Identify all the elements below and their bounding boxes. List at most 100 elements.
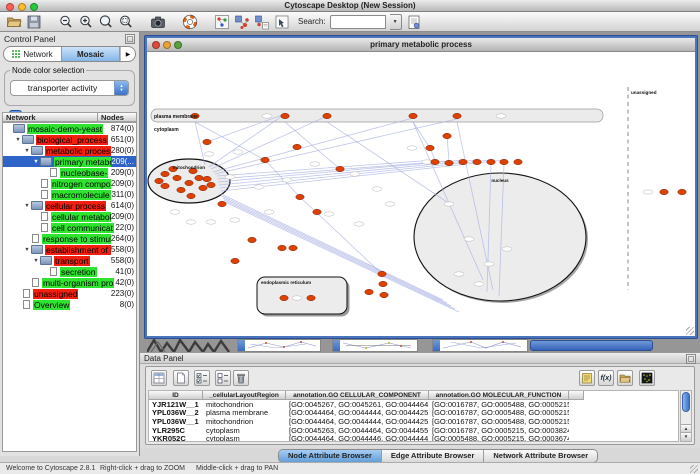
tree-item-label[interactable]: cell communicat: [51, 223, 114, 233]
import-attributes-icon[interactable]: [617, 370, 633, 386]
attribute-grid-icon[interactable]: [151, 370, 167, 386]
network-node[interactable]: [280, 295, 288, 300]
network-view-titlebar[interactable]: primary metabolic process: [147, 38, 695, 52]
import-table-icon[interactable]: [254, 14, 270, 30]
save-session-icon[interactable]: [26, 14, 42, 30]
tree-item-label[interactable]: metabolic process: [45, 146, 111, 156]
expand-arrow-icon[interactable]: ▼: [23, 247, 31, 253]
network-node[interactable]: [487, 159, 495, 164]
tree-item-label[interactable]: nitrogen compo: [51, 179, 111, 189]
tree-column-nodes[interactable]: Nodes: [98, 112, 137, 122]
network-node[interactable]: [177, 187, 185, 192]
network-view-window[interactable]: primary metabolic process plasma membran…: [145, 36, 697, 338]
tree-row[interactable]: ▼cellular process614(0): [3, 200, 136, 211]
column-header[interactable]: ID: [149, 391, 203, 400]
new-attribute-icon[interactable]: [173, 370, 189, 386]
network-node[interactable]: [313, 209, 321, 214]
network-node[interactable]: [161, 171, 169, 176]
tree-row[interactable]: macromolecule311(0): [3, 189, 136, 200]
network-node[interactable]: [678, 189, 686, 194]
network-node[interactable]: [195, 175, 203, 180]
network-node[interactable]: [365, 289, 373, 294]
network-canvas[interactable]: plasma membranecytoplasmmitochondrionnuc…: [147, 52, 695, 336]
annotation-icon[interactable]: [274, 14, 290, 30]
table-cell[interactable]: cytoplasm: [203, 434, 286, 442]
network-node[interactable]: [187, 193, 195, 198]
tree-row[interactable]: ▼primary metabo209(...: [3, 156, 136, 167]
zoom-in-icon[interactable]: [78, 14, 94, 30]
search-config-icon[interactable]: [406, 14, 422, 30]
network-node[interactable]: [307, 295, 315, 300]
view-thumbnail[interactable]: [432, 339, 528, 352]
browser-tab[interactable]: Node Attribute Browser: [279, 450, 382, 462]
network-node[interactable]: [185, 180, 193, 185]
network-node[interactable]: [473, 159, 481, 164]
table-row[interactable]: YKR052Ccytoplasm[GO:0044464, GO:0044446,…: [149, 434, 678, 442]
tree-item-label[interactable]: multi-organism pro: [42, 278, 114, 288]
tree-row[interactable]: Overview8(0): [3, 299, 136, 310]
tree-item-label[interactable]: unassigned: [33, 289, 78, 299]
network-node[interactable]: [453, 113, 461, 118]
tree-row[interactable]: cellular metabol209(0): [3, 211, 136, 222]
tree-item-label[interactable]: cellular metabol: [51, 212, 111, 222]
network-node[interactable]: [199, 185, 207, 190]
search-input[interactable]: [330, 15, 386, 29]
network-node[interactable]: [323, 113, 331, 118]
browser-tab[interactable]: Edge Attribute Browser: [382, 450, 484, 462]
network-edge[interactable]: [300, 197, 382, 274]
table-cell[interactable]: YKR052C: [149, 434, 203, 442]
network-node[interactable]: [231, 258, 239, 263]
tree-row[interactable]: unassigned223(0): [3, 288, 136, 299]
network-node[interactable]: [459, 159, 467, 164]
network-node[interactable]: [161, 183, 169, 188]
zoomed-view-fragment[interactable]: [147, 339, 235, 353]
network-node[interactable]: [155, 178, 163, 183]
tree-item-label[interactable]: mosaic-demo-yeast: [27, 124, 103, 134]
tab-mosaic[interactable]: Mosaic: [61, 47, 120, 61]
tree-item-label[interactable]: macromolecule: [51, 190, 111, 200]
function-builder-icon[interactable]: f(x): [598, 370, 614, 386]
table-cell[interactable]: [GO:0044464, GO:0044446, GO:0044444, G..…: [286, 434, 429, 442]
tree-row[interactable]: cell communicat22(0): [3, 222, 136, 233]
network-node[interactable]: [203, 139, 211, 144]
tree-item-label[interactable]: transport: [54, 256, 90, 266]
tree-row[interactable]: mosaic-demo-yeast874(0): [3, 123, 136, 134]
tree-column-network[interactable]: Network: [2, 112, 98, 122]
expand-arrow-icon[interactable]: ▼: [23, 148, 31, 154]
tree-item-label[interactable]: primary metabo: [54, 157, 111, 167]
delete-attribute-icon[interactable]: [233, 370, 249, 386]
expand-arrow-icon[interactable]: ▼: [23, 203, 31, 209]
view-thumbnail[interactable]: [332, 339, 418, 352]
tree-item-label[interactable]: nucleobase-: [60, 168, 108, 178]
column-header[interactable]: annotation.GO MOLECULAR_FUNCTION: [429, 391, 569, 400]
unselect-all-attributes-icon[interactable]: [215, 370, 231, 386]
table-row[interactable]: YLR295Ccytoplasm[GO:0045263, GO:0044464,…: [149, 426, 678, 435]
tree-item-label[interactable]: response to stimulu: [42, 234, 111, 244]
network-node[interactable]: [500, 159, 508, 164]
expand-arrow-icon[interactable]: ▼: [14, 137, 22, 143]
network-node[interactable]: [173, 175, 181, 180]
network-node[interactable]: [660, 189, 668, 194]
tree-item-label[interactable]: establishment of lo: [45, 245, 111, 255]
tree-row[interactable]: response to stimulu264(0): [3, 233, 136, 244]
snapshot-camera-icon[interactable]: [150, 14, 166, 30]
network-node[interactable]: [514, 159, 522, 164]
network-node[interactable]: [296, 194, 304, 199]
browser-tab[interactable]: Network Attribute Browser: [484, 450, 597, 462]
window-titlebar[interactable]: Cytoscape Desktop (New Session): [0, 0, 700, 12]
network-tree[interactable]: mosaic-demo-yeast874(0)▼biological_proce…: [2, 122, 137, 452]
expand-arrow-icon[interactable]: ▼: [32, 159, 40, 165]
tree-item-label[interactable]: cellular process: [45, 201, 106, 211]
scroll-down-icon[interactable]: ▼: [681, 432, 691, 441]
help-lifering-icon[interactable]: [182, 14, 198, 30]
tab-overflow-arrow-icon[interactable]: ▶: [120, 47, 135, 61]
attribute-matrix-icon[interactable]: [639, 370, 655, 386]
table-row[interactable]: YPL036W__1mitochondrion[GO:0044464, GO:0…: [149, 417, 678, 426]
expand-arrow-icon[interactable]: ▼: [32, 258, 40, 264]
network-node[interactable]: [380, 292, 388, 297]
network-node[interactable]: [431, 159, 439, 164]
network-node[interactable]: [218, 201, 226, 206]
network-node[interactable]: [278, 245, 286, 250]
table-row[interactable]: YPL036W__2plasma membrane[GO:0044464, GO…: [149, 409, 678, 418]
table-cell[interactable]: [GO:0005488, GO:0005215, GO:0003674]: [429, 434, 569, 442]
